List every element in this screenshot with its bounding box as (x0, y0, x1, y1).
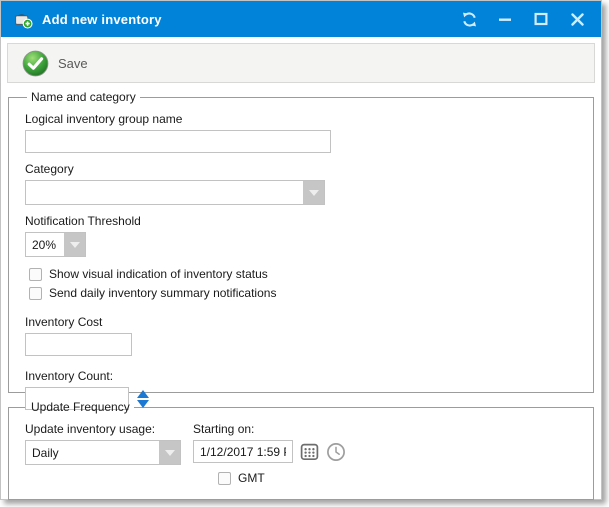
maximize-icon (534, 12, 548, 26)
minimize-button[interactable] (489, 6, 521, 32)
spinner-up-icon[interactable] (137, 390, 149, 398)
chevron-down-icon (70, 242, 80, 248)
close-button[interactable] (561, 6, 593, 32)
name-category-legend: Name and category (27, 90, 140, 104)
titlebar[interactable]: Add new inventory (1, 1, 601, 37)
daily-summary-label: Send daily inventory summary notificatio… (49, 286, 276, 300)
inventory-cost-label: Inventory Cost (25, 315, 583, 329)
category-dropdown-button[interactable] (303, 181, 324, 204)
update-usage-label: Update inventory usage: (25, 422, 181, 436)
add-inventory-icon (13, 9, 33, 29)
toolbar: Save (7, 43, 595, 83)
notification-threshold-dropdown[interactable]: 20% (25, 232, 86, 257)
logical-name-input[interactable] (25, 130, 331, 153)
refresh-button[interactable] (453, 6, 485, 32)
category-value (26, 181, 303, 204)
category-label: Category (25, 162, 583, 176)
logical-name-label: Logical inventory group name (25, 112, 583, 126)
save-check-icon (22, 50, 49, 77)
calendar-picker-button[interactable] (300, 442, 319, 461)
update-usage-dropdown[interactable]: Daily (25, 440, 181, 465)
category-dropdown[interactable] (25, 180, 325, 205)
gmt-checkbox[interactable] (218, 472, 231, 485)
starting-on-input[interactable] (193, 440, 293, 463)
update-usage-column: Update inventory usage: Daily (25, 416, 181, 485)
save-button[interactable]: Save (18, 47, 100, 80)
maximize-button[interactable] (525, 6, 557, 32)
add-inventory-window: Add new inventory (0, 0, 602, 500)
time-picker-button[interactable] (326, 442, 346, 462)
gmt-label: GMT (238, 471, 265, 485)
starting-on-column: Starting on: (193, 416, 346, 485)
calendar-icon (300, 442, 319, 461)
daily-summary-checkbox[interactable] (29, 287, 42, 300)
starting-on-label: Starting on: (193, 422, 346, 436)
inventory-count-spinner (137, 390, 149, 408)
chevron-down-icon (309, 190, 319, 196)
minimize-icon (498, 12, 512, 26)
window-title: Add new inventory (42, 12, 444, 27)
visual-indication-checkbox[interactable] (29, 268, 42, 281)
inventory-cost-input[interactable] (25, 333, 132, 356)
inventory-count-label: Inventory Count: (25, 369, 583, 383)
clock-icon (326, 442, 346, 462)
update-frequency-group: Update Frequency Update inventory usage:… (8, 400, 594, 500)
gmt-checkbox-row[interactable]: GMT (218, 471, 346, 485)
daily-summary-checkbox-row[interactable]: Send daily inventory summary notificatio… (29, 286, 583, 300)
update-usage-value: Daily (26, 441, 159, 464)
close-icon (571, 13, 584, 26)
refresh-icon (461, 11, 478, 28)
update-frequency-legend: Update Frequency (27, 400, 134, 414)
notification-threshold-dropdown-button[interactable] (64, 233, 85, 256)
spinner-down-icon[interactable] (137, 400, 149, 408)
save-label: Save (58, 56, 88, 71)
visual-indication-label: Show visual indication of inventory stat… (49, 267, 268, 281)
notification-threshold-value: 20% (26, 233, 64, 256)
window-controls (453, 6, 593, 32)
visual-indication-checkbox-row[interactable]: Show visual indication of inventory stat… (29, 267, 583, 281)
name-category-group: Name and category Logical inventory grou… (8, 90, 594, 393)
update-usage-dropdown-button[interactable] (159, 441, 180, 464)
chevron-down-icon (165, 450, 175, 456)
notification-threshold-label: Notification Threshold (25, 214, 583, 228)
